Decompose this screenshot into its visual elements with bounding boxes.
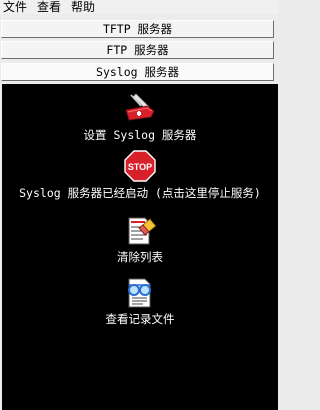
view-log-action[interactable]: 查看记录文件 — [2, 276, 278, 326]
menu-bar: 文件 查看 帮助 — [0, 0, 278, 14]
stop-sign-text: STOP — [128, 162, 152, 172]
syslog-panel: 设置 Syslog 服务器 STOP Syslog 服务器已经启动 (点击这里停… — [2, 84, 278, 410]
menu-help[interactable]: 帮助 — [67, 0, 101, 14]
view-log-label: 查看记录文件 — [105, 312, 175, 326]
clear-list-action[interactable]: 清除列表 — [2, 214, 278, 264]
menu-view[interactable]: 查看 — [33, 0, 67, 14]
tab-tftp-server[interactable]: TFTP 服务器 — [1, 20, 274, 38]
tab-syslog-server[interactable]: Syslog 服务器 — [1, 63, 274, 81]
setup-syslog-action[interactable]: 设置 Syslog 服务器 — [2, 92, 278, 142]
eraser-document-icon — [128, 217, 157, 245]
view-log-file-icon — [128, 278, 151, 308]
stop-sign-icon: STOP — [124, 150, 156, 182]
menu-file[interactable]: 文件 — [0, 0, 33, 14]
syslog-status-label: Syslog 服务器已经启动 (点击这里停止服务) — [19, 186, 261, 200]
tab-ftp-server[interactable]: FTP 服务器 — [1, 41, 274, 59]
setup-syslog-label: 设置 Syslog 服务器 — [83, 128, 197, 142]
pocketknife-icon — [125, 93, 155, 121]
syslog-status-action[interactable]: STOP Syslog 服务器已经启动 (点击这里停止服务) — [2, 150, 278, 200]
clear-list-label: 清除列表 — [117, 250, 163, 264]
